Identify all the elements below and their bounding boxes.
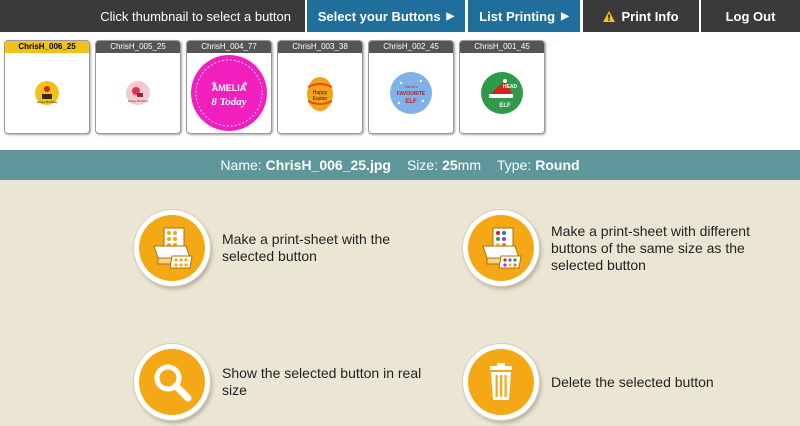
play-arrow-icon: ▶	[446, 10, 455, 22]
type-label: Type:	[496, 157, 532, 173]
selected-button-info-bar: Name: ChrisH_006_25.jpg Size: 25mm Type:…	[0, 150, 800, 180]
tab-select-buttons-label: Select your Buttons	[317, 8, 441, 24]
print-selected-text: Make a print-sheet with the selected but…	[222, 231, 391, 264]
type-value: Round	[535, 157, 580, 173]
print-selected-button[interactable]	[134, 210, 210, 286]
logout-button[interactable]: Log Out	[701, 0, 800, 32]
printer-multicolor-icon	[482, 227, 522, 269]
printer-icon	[153, 227, 193, 269]
thumbnail-button[interactable]: ChrisH_006_25 Happy Birthday	[4, 40, 90, 134]
size-unit: mm	[457, 157, 481, 173]
delete-button[interactable]	[463, 344, 539, 420]
button-image: HEAD ELF	[460, 53, 544, 133]
print-different-text: Make a print-sheet with different button…	[551, 222, 750, 273]
real-size-text: Show the selected button in real size	[222, 365, 422, 398]
thumbnail-button[interactable]: ChrisH_002_45 Santa's FAVOURITE ELF	[368, 40, 454, 134]
thumbnail-button[interactable]: ChrisH_005_25 Happy Birthday	[95, 40, 181, 134]
thumbnail-label: ChrisH_005_25	[96, 41, 180, 53]
svg-text:FAVOURITE: FAVOURITE	[397, 91, 426, 97]
real-size-button[interactable]	[134, 344, 210, 420]
trash-icon	[490, 363, 512, 400]
size-label: Size:	[406, 157, 439, 173]
tab-list-printing[interactable]: List Printing ▶	[468, 0, 580, 32]
svg-text:8 Today: 8 Today	[211, 96, 246, 108]
thumbnail-button[interactable]: ChrisH_003_38 Happy Easter	[277, 40, 363, 134]
svg-text:Happy Birthday: Happy Birthday	[128, 99, 149, 103]
top-nav-bar: Click thumbnail to select a button Selec…	[0, 0, 800, 32]
name-label: Name:	[220, 157, 262, 173]
tab-list-printing-label: List Printing	[479, 8, 556, 24]
print-selected-action[interactable]: Make a print-sheet with the selected but…	[134, 210, 422, 286]
svg-text:Santa's: Santa's	[404, 84, 417, 89]
button-image: Happy Easter	[278, 53, 362, 133]
thumbnail-strip: ChrisH_006_25 Happy Birthday ChrisH_005_…	[0, 32, 800, 150]
svg-text:ELF: ELF	[405, 99, 417, 105]
thumbnail-label: ChrisH_006_25	[5, 41, 89, 53]
real-size-action[interactable]: Show the selected button in real size	[134, 344, 442, 420]
thumbnail-label: ChrisH_001_45	[460, 41, 544, 53]
svg-text:Happy Birthday: Happy Birthday	[37, 100, 58, 104]
magnifier-icon	[154, 364, 192, 402]
svg-text:ELF: ELF	[499, 103, 511, 109]
thumbnail-button[interactable]: ChrisH_004_77 ★ ★ AMELIA 8 Today	[186, 40, 272, 134]
warning-icon	[603, 10, 616, 22]
svg-text:Easter: Easter	[313, 96, 328, 102]
svg-text:AMELIA: AMELIA	[212, 83, 247, 93]
instruction-text: Click thumbnail to select a button	[0, 0, 305, 32]
size-value: 25	[442, 157, 458, 173]
print-different-button[interactable]	[463, 210, 539, 286]
thumbnail-label: ChrisH_002_45	[369, 41, 453, 53]
thumbnail-label: ChrisH_003_38	[278, 41, 362, 53]
actions-panel: Make a print-sheet with the selected but…	[0, 180, 800, 426]
button-image: Happy Birthday	[5, 53, 89, 133]
tab-print-info[interactable]: Print Info	[583, 0, 699, 32]
button-image: ★ ★ AMELIA 8 Today	[187, 53, 271, 133]
name-value: ChrisH_006_25.jpg	[265, 157, 391, 173]
thumbnail-button[interactable]: ChrisH_001_45 HEAD ELF	[459, 40, 545, 134]
tab-print-info-label: Print Info	[621, 8, 679, 24]
delete-text: Delete the selected button	[551, 373, 714, 390]
tab-select-buttons[interactable]: Select your Buttons ▶	[307, 0, 465, 32]
logout-label: Log Out	[725, 8, 776, 24]
delete-action[interactable]: Delete the selected button	[463, 344, 781, 420]
play-arrow-icon: ▶	[561, 10, 569, 22]
thumbnail-label: ChrisH_004_77	[187, 41, 271, 53]
button-image: Happy Birthday	[96, 53, 180, 133]
button-image: Santa's FAVOURITE ELF	[369, 53, 453, 133]
print-different-action[interactable]: Make a print-sheet with different button…	[463, 210, 781, 286]
svg-text:HEAD: HEAD	[503, 84, 518, 90]
